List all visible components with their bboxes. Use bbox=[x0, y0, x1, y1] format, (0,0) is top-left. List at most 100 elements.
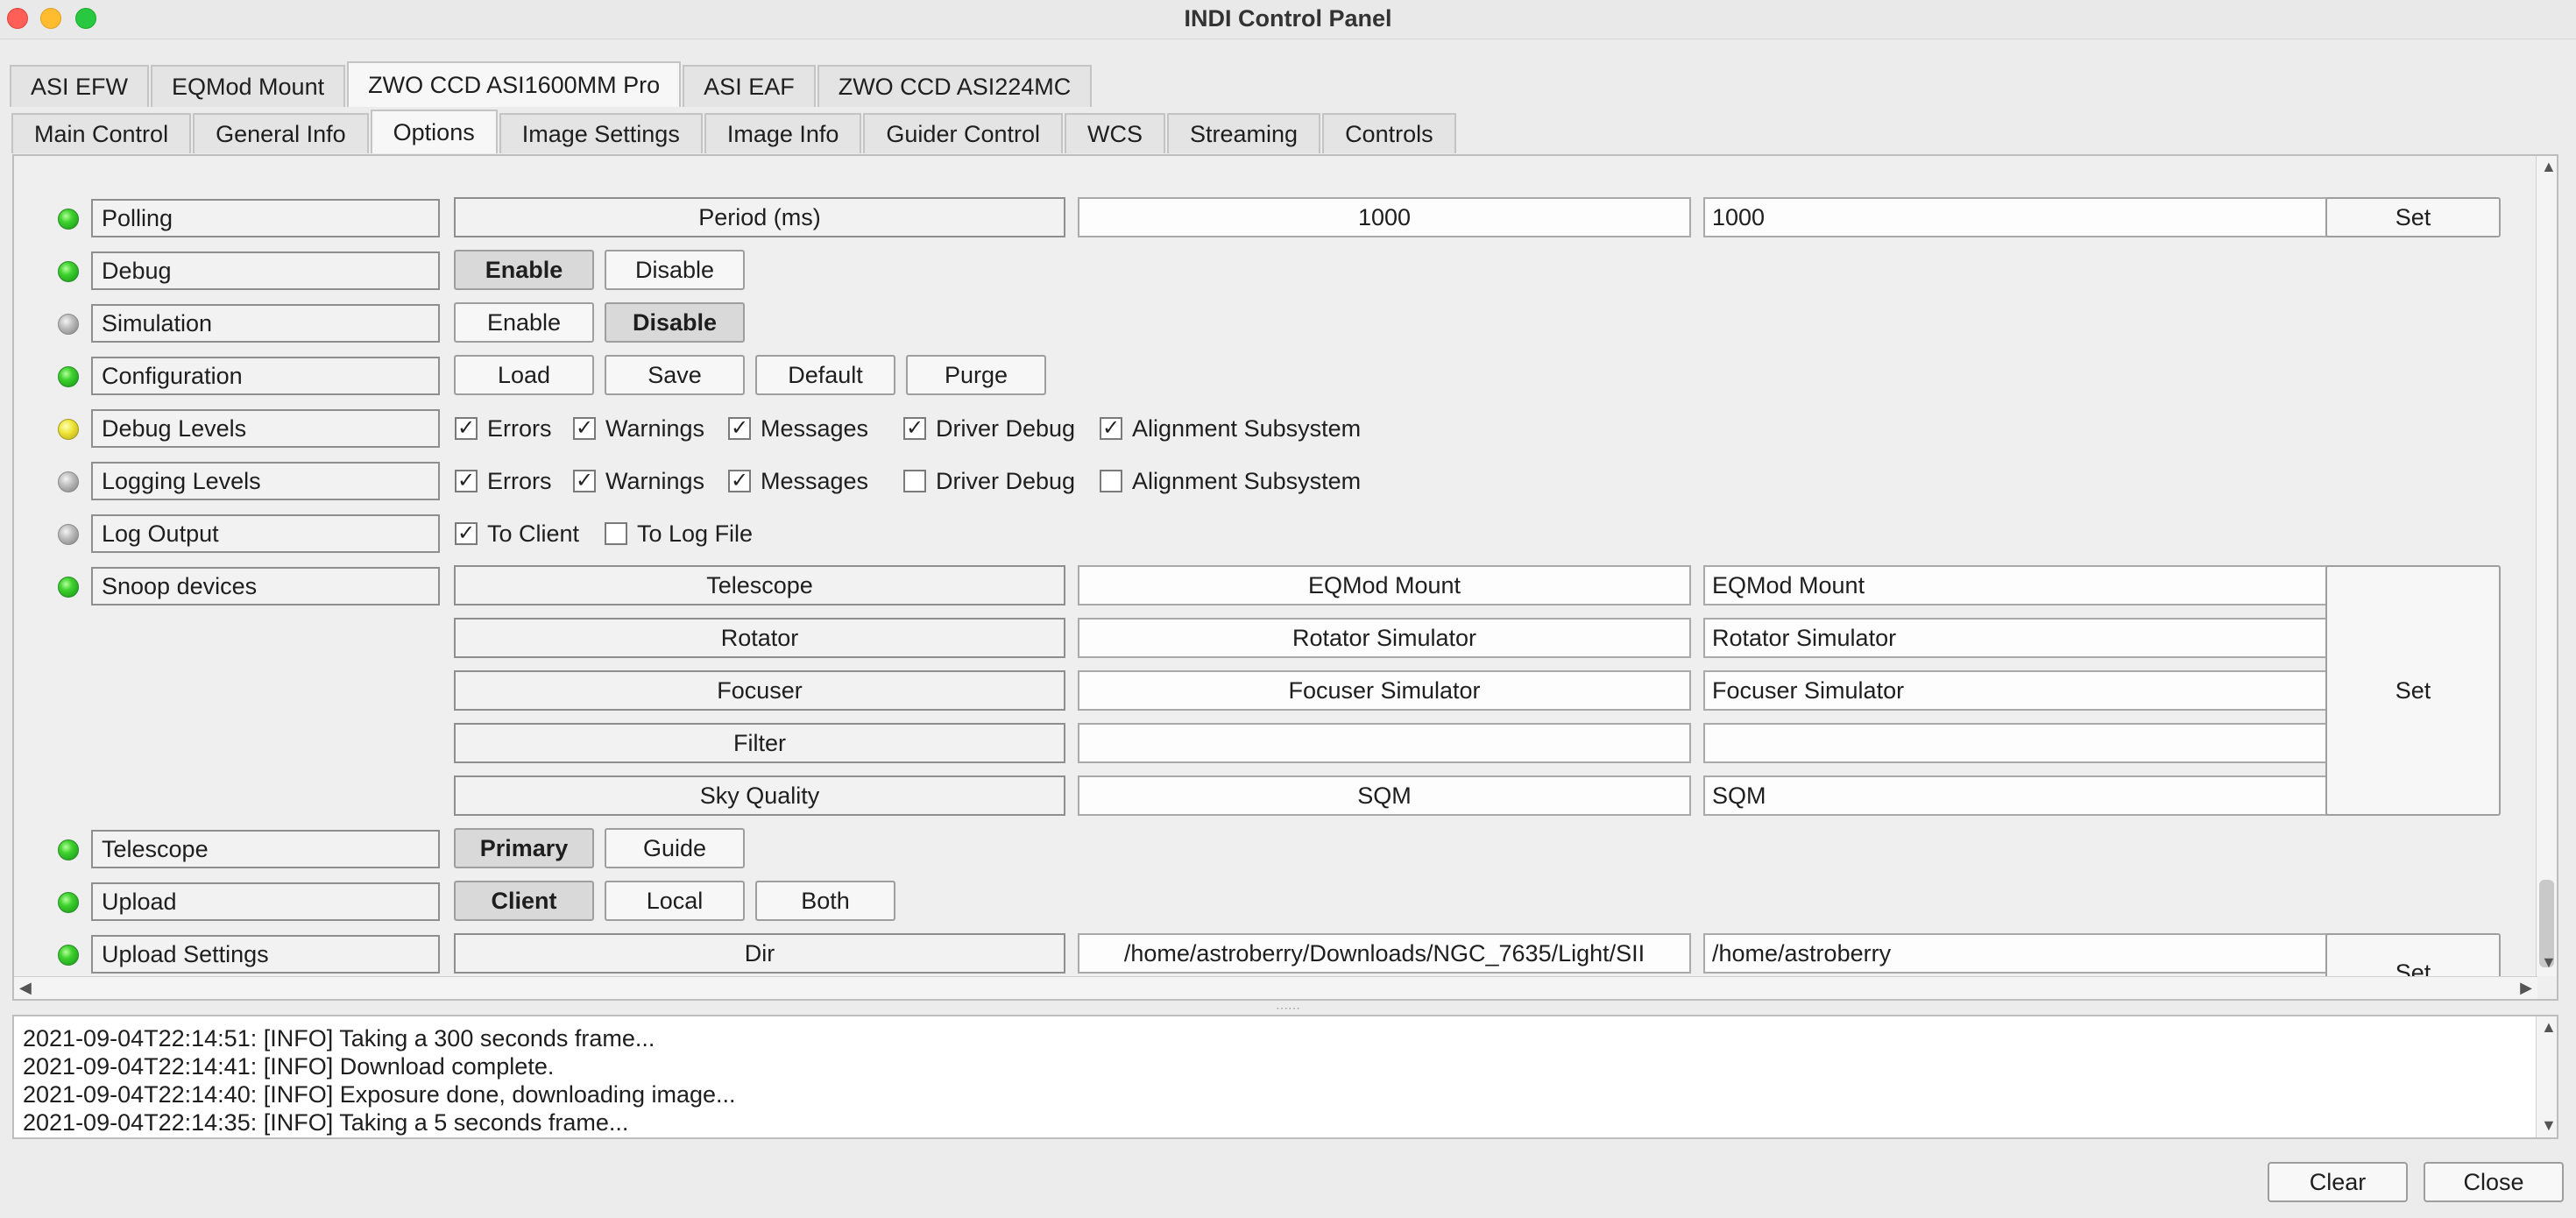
status-light bbox=[58, 577, 79, 598]
snoop-rotator-input[interactable]: Rotator Simulator bbox=[1703, 618, 2329, 658]
status-light bbox=[58, 261, 79, 282]
property-list: Polling Period (ms) 1000 1000 Set Debug … bbox=[16, 158, 2537, 978]
log-scrollbar[interactable]: ▲ ▼ bbox=[2536, 1016, 2557, 1137]
tab-controls[interactable]: Controls bbox=[1322, 113, 1456, 153]
current-value: EQMod Mount bbox=[1078, 565, 1691, 605]
scroll-right-icon[interactable]: ▶ bbox=[2520, 979, 2532, 997]
vertical-scrollbar[interactable]: ▲ ▼ bbox=[2536, 156, 2557, 976]
property-debug-levels: Debug Levels ✓ Errors ✓ Warnings ✓ Messa… bbox=[16, 407, 2537, 451]
status-light bbox=[58, 945, 79, 966]
snoop-filter-input[interactable] bbox=[1703, 723, 2329, 763]
scroll-up-icon[interactable]: ▲ bbox=[2541, 1018, 2557, 1037]
tab-wcs[interactable]: WCS bbox=[1065, 113, 1165, 153]
tab-image-info[interactable]: Image Info bbox=[704, 113, 862, 153]
property-debug: Debug Enable Disable bbox=[16, 250, 2537, 294]
split-pane-divider[interactable]: ⋯⋯ bbox=[0, 1002, 2576, 1016]
disable-button[interactable]: Disable bbox=[605, 302, 745, 343]
tab-eqmod-mount[interactable]: EQMod Mount bbox=[151, 65, 346, 107]
upload-dir-input[interactable]: /home/astroberry bbox=[1703, 933, 2329, 974]
property-label: Telescope bbox=[91, 830, 440, 868]
tab-zwo-ccd-asi1600mm-pro[interactable]: ZWO CCD ASI1600MM Pro bbox=[347, 61, 682, 107]
checkbox-to-client[interactable]: ✓ bbox=[455, 522, 478, 545]
disable-button[interactable]: Disable bbox=[605, 250, 745, 290]
checkbox-messages[interactable]: ✓ bbox=[728, 417, 751, 440]
scroll-down-icon[interactable]: ▼ bbox=[2541, 1116, 2557, 1135]
checkbox-label: Alignment Subsystem bbox=[1132, 415, 1362, 442]
enable-button[interactable]: Enable bbox=[454, 302, 594, 343]
property-polling: Polling Period (ms) 1000 1000 Set bbox=[16, 197, 2537, 241]
options-panel: Polling Period (ms) 1000 1000 Set Debug … bbox=[12, 154, 2558, 1001]
checkbox-warnings[interactable]: ✓ bbox=[573, 417, 596, 440]
tab-zwo-ccd-asi224mc[interactable]: ZWO CCD ASI224MC bbox=[817, 65, 1093, 107]
set-button[interactable]: Set bbox=[2325, 565, 2501, 816]
checkbox-driver-debug[interactable]: ✓ bbox=[903, 417, 926, 440]
element-label: Rotator bbox=[454, 618, 1065, 658]
snoop-sky-quality-input[interactable]: SQM bbox=[1703, 775, 2329, 816]
element-label: Sky Quality bbox=[454, 775, 1065, 816]
both-button[interactable]: Both bbox=[755, 881, 895, 921]
property-telescope: Telescope Primary Guide bbox=[16, 828, 2537, 872]
primary-button[interactable]: Primary bbox=[454, 828, 594, 868]
log-line: 2021-09-04T22:14:35: [INFO] Taking a 5 s… bbox=[23, 1109, 629, 1136]
element-label: Dir bbox=[454, 933, 1065, 974]
local-button[interactable]: Local bbox=[605, 881, 745, 921]
property-upload-settings: Upload Settings Dir /home/astroberry/Dow… bbox=[16, 933, 2537, 978]
checkbox-driver-debug[interactable] bbox=[903, 470, 926, 492]
save-button[interactable]: Save bbox=[605, 355, 745, 395]
checkbox-label: Driver Debug bbox=[936, 468, 1076, 494]
purge-button[interactable]: Purge bbox=[906, 355, 1046, 395]
checkbox-label: Warnings bbox=[605, 468, 705, 494]
property-configuration: Configuration Load Save Default Purge bbox=[16, 355, 2537, 399]
property-label: Configuration bbox=[91, 357, 440, 395]
status-light bbox=[58, 419, 79, 440]
checkbox-errors[interactable]: ✓ bbox=[455, 470, 478, 492]
client-button[interactable]: Client bbox=[454, 881, 594, 921]
scroll-down-icon[interactable]: ▼ bbox=[2541, 953, 2557, 972]
property-snoop-devices: Snoop devices Telescope EQMod Mount EQMo… bbox=[16, 565, 2537, 828]
scroll-left-icon[interactable]: ◀ bbox=[19, 979, 32, 997]
tab-streaming[interactable]: Streaming bbox=[1167, 113, 1321, 153]
default-button[interactable]: Default bbox=[755, 355, 895, 395]
property-label: Log Output bbox=[91, 514, 440, 553]
checkbox-errors[interactable]: ✓ bbox=[455, 417, 478, 440]
clear-button[interactable]: Clear bbox=[2268, 1162, 2408, 1202]
horizontal-scrollbar[interactable]: ◀ ▶ bbox=[14, 976, 2537, 999]
property-label: Upload bbox=[91, 882, 440, 921]
property-label: Debug Levels bbox=[91, 409, 440, 448]
set-button[interactable]: Set bbox=[2325, 933, 2501, 978]
checkbox-alignment-subsystem[interactable]: ✓ bbox=[1100, 417, 1122, 440]
tab-general-info[interactable]: General Info bbox=[193, 113, 369, 153]
log-line: 2021-09-04T22:14:40: [INFO] Exposure don… bbox=[23, 1081, 736, 1108]
guide-button[interactable]: Guide bbox=[605, 828, 745, 868]
tab-main-control[interactable]: Main Control bbox=[11, 113, 192, 153]
checkbox-label: To Log File bbox=[637, 520, 754, 547]
checkbox-alignment-subsystem[interactable] bbox=[1100, 470, 1122, 492]
snoop-focuser-input[interactable]: Focuser Simulator bbox=[1703, 670, 2329, 711]
checkbox-warnings[interactable]: ✓ bbox=[573, 470, 596, 492]
load-button[interactable]: Load bbox=[454, 355, 594, 395]
snoop-telescope-input[interactable]: EQMod Mount bbox=[1703, 565, 2329, 605]
element-label: Focuser bbox=[454, 670, 1065, 711]
scroll-up-icon[interactable]: ▲ bbox=[2541, 158, 2557, 176]
property-simulation: Simulation Enable Disable bbox=[16, 302, 2537, 346]
enable-button[interactable]: Enable bbox=[454, 250, 594, 290]
tab-image-settings[interactable]: Image Settings bbox=[499, 113, 703, 153]
tab-asi-efw[interactable]: ASI EFW bbox=[10, 65, 150, 107]
checkbox-messages[interactable]: ✓ bbox=[728, 470, 751, 492]
window-title: INDI Control Panel bbox=[1184, 5, 1392, 32]
polling-input[interactable]: 1000 bbox=[1703, 197, 2329, 237]
current-value: /home/astroberry/Downloads/NGC_7635/Ligh… bbox=[1078, 933, 1691, 974]
property-label: Debug bbox=[91, 251, 440, 290]
element-label: Period (ms) bbox=[454, 197, 1065, 237]
tab-asi-eaf[interactable]: ASI EAF bbox=[683, 65, 816, 107]
set-button[interactable]: Set bbox=[2325, 197, 2501, 237]
checkbox-label: Warnings bbox=[605, 415, 705, 442]
property-log-output: Log Output ✓ To Client To Log File bbox=[16, 513, 2537, 556]
checkbox-label: Messages bbox=[761, 415, 869, 442]
tab-guider-control[interactable]: Guider Control bbox=[863, 113, 1063, 153]
tab-options[interactable]: Options bbox=[370, 110, 498, 153]
property-label: Logging Levels bbox=[91, 462, 440, 500]
checkbox-label: Errors bbox=[487, 415, 552, 442]
close-button[interactable]: Close bbox=[2424, 1162, 2564, 1202]
checkbox-to-log-file[interactable] bbox=[605, 522, 627, 545]
